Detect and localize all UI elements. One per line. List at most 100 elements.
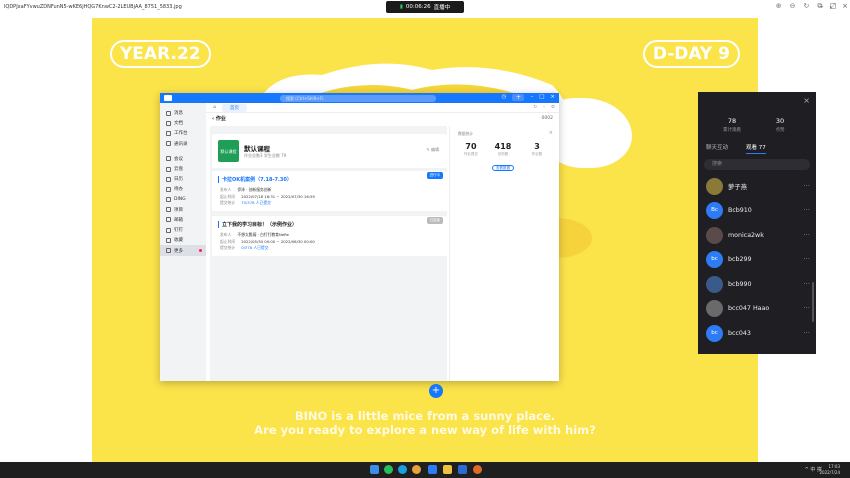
viewer-item[interactable]: Bc Bcb910 ··· bbox=[706, 200, 812, 220]
sidebar-item-docs[interactable]: 文档 bbox=[160, 118, 206, 128]
viewer-item[interactable]: bc bcb299 ··· bbox=[706, 249, 812, 269]
assignment-card[interactable]: 进行中 卡拉OK机案例（7.18-7.30） 发布人 伊泽 · 创新服务创新 起止… bbox=[212, 171, 447, 211]
more-icon[interactable]: ··· bbox=[803, 182, 810, 190]
sidebar-item-calendar[interactable]: 日历 bbox=[160, 174, 206, 184]
home-icon[interactable]: ⌂ bbox=[210, 104, 219, 112]
assignment-card[interactable]: 已结束 立下我的学习目标！（示例作业） 发布人 不想太脆弱 · 白钉钉教育NeRe… bbox=[212, 216, 447, 256]
unread-dot bbox=[199, 249, 202, 253]
viewer-search-input[interactable]: 搜索 bbox=[704, 159, 810, 170]
mail-icon bbox=[166, 217, 171, 223]
sidebar-item-favorites[interactable]: 收藏 bbox=[160, 235, 206, 245]
view-data-button[interactable]: 查看数据 bbox=[492, 165, 514, 171]
stats-panel: 数据统计 × 70 作业提交 418 总份数 3 作业数 查看数据 bbox=[449, 126, 559, 381]
todo-icon bbox=[166, 186, 171, 192]
pin-icon bbox=[166, 227, 171, 233]
more-icon[interactable]: ··· bbox=[803, 329, 810, 337]
sidebar-item-contacts[interactable]: 通讯录 bbox=[160, 139, 206, 149]
refresh-icon[interactable]: ↻ bbox=[533, 105, 537, 110]
viewer-item[interactable]: monica2wk ··· bbox=[706, 225, 812, 245]
sidebar-item-mail[interactable]: 邮箱 bbox=[160, 215, 206, 225]
history-icon[interactable]: ◷ bbox=[502, 94, 507, 101]
clock[interactable]: 17:03 2022/7/24 bbox=[819, 464, 840, 475]
assignment-row: 起止时间 2022/07/18 16:31 ~ 2022/07/30 16:59 bbox=[220, 193, 315, 199]
add-assignment-button[interactable]: + bbox=[429, 384, 443, 398]
app-avatar[interactable] bbox=[164, 95, 172, 101]
zoom-in-icon[interactable]: ⊕ bbox=[776, 2, 782, 11]
more-icon[interactable]: ··· bbox=[803, 280, 810, 288]
window-maximize-icon[interactable]: □ bbox=[539, 94, 544, 101]
assignment-title: 立下我的学习目标！（示例作业） bbox=[218, 221, 297, 228]
star-icon bbox=[166, 237, 171, 243]
edit-button[interactable]: ✎ 编辑 bbox=[426, 147, 439, 153]
app-sidebar: 消息 文档 工作台 通讯录 会议 云盘 日历 待办 DING 项目 邮箱 钉钉 … bbox=[160, 103, 206, 381]
stats-close-icon[interactable]: × bbox=[549, 130, 553, 136]
back-icon[interactable]: ‹ bbox=[543, 105, 545, 110]
sidebar-item-meeting[interactable]: 会议 bbox=[160, 154, 206, 164]
assignment-row: 发布人 伊泽 · 创新服务创新 bbox=[220, 187, 272, 192]
breadcrumb: ‹ 作业 0002 bbox=[206, 113, 559, 124]
ding-icon bbox=[166, 197, 171, 203]
status-badge: 进行中 bbox=[426, 172, 443, 179]
avatar bbox=[706, 275, 723, 293]
year-pill: YEAR.22 bbox=[110, 40, 211, 68]
rotate-icon[interactable]: ↻ bbox=[804, 2, 810, 11]
close-icon[interactable]: × bbox=[842, 2, 848, 10]
window-minimize-icon[interactable]: – bbox=[530, 94, 533, 101]
viewer-item[interactable]: bcb990 ··· bbox=[706, 274, 812, 294]
viewer-item[interactable]: bcc047 Haao ··· bbox=[706, 298, 812, 318]
stat-cell: 3 作业数 bbox=[531, 142, 543, 156]
edge-icon[interactable] bbox=[398, 465, 407, 474]
viewer-item[interactable]: 萝子燕 ··· bbox=[706, 176, 812, 196]
tab-viewers[interactable]: 观看 77 bbox=[746, 143, 766, 154]
recording-indicator[interactable]: ▮ 00:06:26 直播中 bbox=[386, 1, 464, 13]
avatar: Bc bbox=[706, 201, 723, 219]
minimize-icon[interactable]: – bbox=[820, 2, 824, 10]
panel-close-icon[interactable]: × bbox=[803, 96, 810, 105]
plus-button[interactable]: + bbox=[512, 94, 525, 101]
sidebar-item-messages[interactable]: 消息 bbox=[160, 108, 206, 118]
avatar bbox=[706, 177, 723, 195]
window-close-icon[interactable]: × bbox=[550, 94, 555, 101]
panel-scrollbar[interactable] bbox=[812, 282, 814, 322]
wechat-icon[interactable] bbox=[384, 465, 393, 474]
course-card[interactable]: 默认课程 默认课程 作业总数3 学生总数 79 ✎ 编辑 bbox=[212, 134, 447, 168]
maximize-icon[interactable]: □ bbox=[830, 2, 837, 10]
more-icon[interactable]: ··· bbox=[803, 206, 810, 214]
calendar-icon bbox=[166, 176, 171, 182]
settings-icon[interactable]: ⚙ bbox=[551, 105, 555, 110]
global-search[interactable]: 搜索 (Ctrl+Shift+F) bbox=[280, 94, 436, 102]
tab-chat[interactable]: 聊天互动 bbox=[706, 143, 728, 154]
app-icon[interactable] bbox=[458, 465, 467, 474]
chrome-icon[interactable] bbox=[412, 465, 421, 474]
project-icon bbox=[166, 207, 171, 213]
sidebar-item-project[interactable]: 项目 bbox=[160, 205, 206, 215]
rec-time: 00:06:26 bbox=[405, 4, 431, 10]
start-icon[interactable] bbox=[370, 465, 379, 474]
sidebar-item-more[interactable]: 更多 bbox=[160, 245, 206, 256]
folder-icon[interactable] bbox=[443, 465, 452, 474]
stats-label: 数据统计 bbox=[458, 131, 474, 136]
sidebar-item-ding[interactable]: DING bbox=[160, 195, 206, 205]
dingtalk-icon[interactable] bbox=[428, 465, 437, 474]
viewer-item[interactable]: bc bcc043 ··· bbox=[706, 323, 812, 343]
more-icon[interactable]: ··· bbox=[803, 255, 810, 263]
assignment-list: 默认课程 默认课程 作业总数3 学生总数 79 ✎ 编辑 进行中 卡拉OK机案例… bbox=[210, 126, 447, 398]
recorder-icon[interactable] bbox=[473, 465, 482, 474]
doc-icon bbox=[166, 120, 171, 126]
dday-pill: D-DAY 9 bbox=[642, 40, 740, 68]
assignment-row: 发布人 不想太脆弱 · 白钉钉教育NeRe bbox=[220, 232, 289, 237]
more-icon[interactable]: ··· bbox=[803, 304, 810, 312]
breadcrumb-more[interactable]: 0002 bbox=[542, 116, 553, 121]
zoom-out-icon[interactable]: ⊖ bbox=[790, 2, 796, 11]
tab-home[interactable]: 首页 bbox=[222, 103, 247, 112]
contacts-icon bbox=[166, 141, 171, 147]
sidebar-item-drive[interactable]: 云盘 bbox=[160, 164, 206, 174]
sidebar-item-todo[interactable]: 待办 bbox=[160, 184, 206, 194]
avatar bbox=[706, 299, 723, 317]
sidebar-item-workbench[interactable]: 工作台 bbox=[160, 128, 206, 138]
more-icon[interactable]: ··· bbox=[803, 231, 810, 239]
signal-icon: ▮ bbox=[399, 4, 403, 10]
poster-caption-1: BINO is a little mice from a sunny place… bbox=[294, 409, 556, 423]
page-title: 作业 bbox=[215, 116, 226, 122]
sidebar-item-dingtalk[interactable]: 钉钉 bbox=[160, 225, 206, 235]
